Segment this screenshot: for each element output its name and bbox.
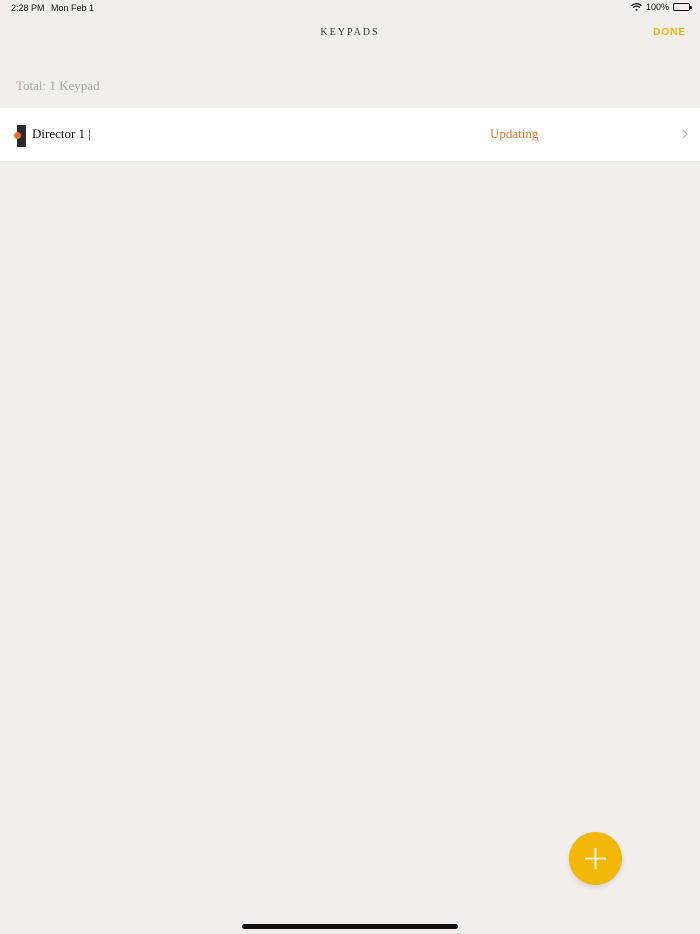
plus-icon <box>585 848 606 869</box>
status-time: 2:28 PM <box>11 3 45 13</box>
done-button[interactable]: DONE <box>653 27 686 38</box>
status-bar: 2:28 PM Mon Feb 1 100% <box>0 0 700 18</box>
keypad-name: Director 1 | <box>32 126 91 141</box>
chevron-right-icon <box>682 129 688 139</box>
keypad-status: Updating <box>490 126 539 141</box>
home-indicator[interactable] <box>242 924 458 929</box>
status-indicators: 100% <box>631 2 692 12</box>
wifi-icon <box>631 3 642 11</box>
status-date: Mon Feb 1 <box>51 3 95 13</box>
page-title: KEYPADS <box>320 27 380 38</box>
total-keypads-label: Total: 1 Keypad <box>16 78 100 93</box>
battery-icon <box>673 3 692 11</box>
battery-percent: 100% <box>645 2 669 12</box>
keypad-icon <box>14 125 26 147</box>
keypad-list: Director 1 | Updating <box>0 108 700 162</box>
keypad-row[interactable]: Director 1 | Updating <box>0 108 700 162</box>
add-keypad-button[interactable] <box>569 832 622 885</box>
